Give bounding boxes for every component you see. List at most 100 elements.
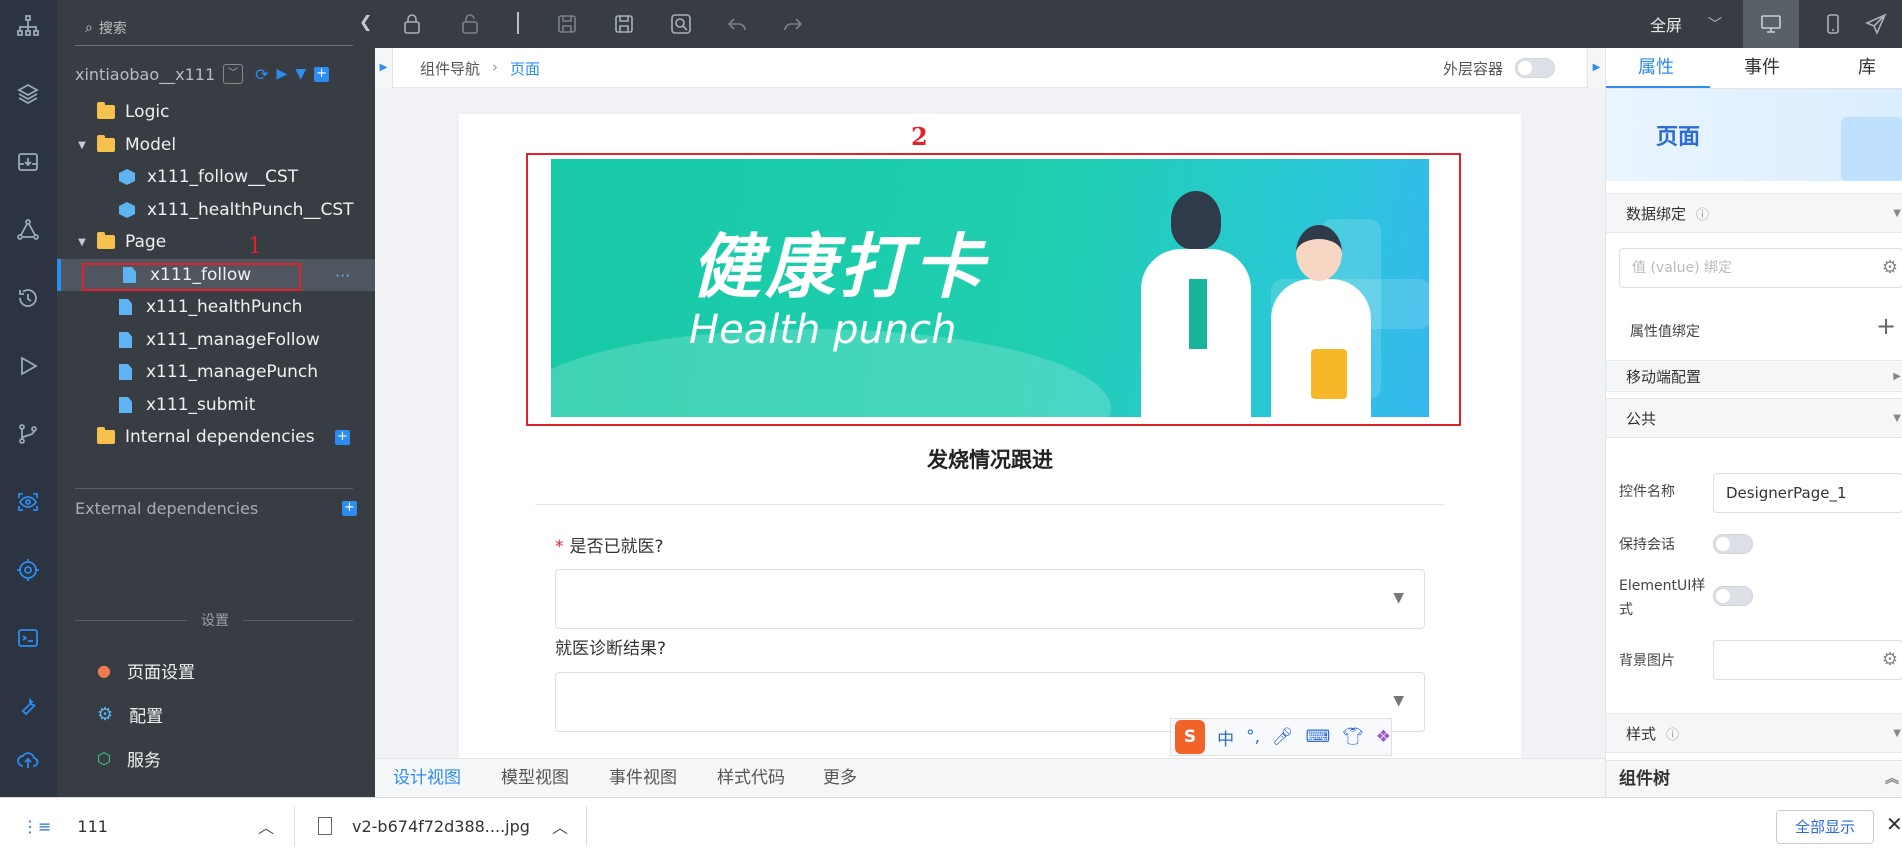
chevron-down-icon[interactable]: ﹀	[223, 64, 244, 84]
external-deps[interactable]: External dependencies +	[75, 496, 357, 520]
tree-item-model-healthpunch[interactable]: x111_healthPunch__CST	[57, 194, 375, 226]
sitemap-icon[interactable]	[14, 12, 42, 40]
breadcrumb-nav[interactable]: 组件导航	[420, 58, 480, 79]
redo-icon[interactable]	[781, 12, 805, 36]
tree-item-logic[interactable]: Logic	[57, 96, 375, 128]
fullscreen-select[interactable]: 全屏 ﹀	[1650, 12, 1722, 36]
project-selector[interactable]: xintiaobao__x111 ﹀ ⟳ ▶ ▼ +	[75, 64, 330, 84]
close-icon[interactable]: ✕	[1886, 812, 1902, 836]
bg-image-input[interactable]: ⚙	[1713, 640, 1902, 680]
chevron-up-icon[interactable]: ︿	[258, 814, 274, 838]
more-icon[interactable]: ···	[335, 266, 350, 285]
keyboard-icon[interactable]: ⌨	[1306, 727, 1331, 747]
show-all-button[interactable]: 全部显示	[1776, 810, 1874, 844]
section-style[interactable]: 样式 ⓘ ▼	[1606, 713, 1902, 753]
tree-item-page[interactable]: ▼ Page	[57, 226, 375, 258]
cloud-upload-icon[interactable]	[14, 746, 42, 774]
caret-down-icon[interactable]: ▼	[75, 237, 89, 248]
page-settings-item[interactable]: ● 页面设置	[97, 658, 195, 683]
expand-right-icon[interactable]: ▶	[1587, 48, 1605, 88]
bg-image-label: 背景图片	[1619, 653, 1675, 669]
save-icon[interactable]	[555, 12, 579, 36]
value-binding-input[interactable]: 值 (value) 绑定 ⚙	[1619, 248, 1902, 288]
caret-down-icon[interactable]: ▼	[75, 140, 89, 151]
tree-item-model[interactable]: ▼ Model	[57, 129, 375, 161]
section-mobile-config[interactable]: 移动端配置 ▶	[1606, 360, 1902, 392]
tab-model-view[interactable]: 模型视图	[501, 759, 569, 798]
add-icon[interactable]: +	[342, 500, 357, 516]
save-as-icon[interactable]	[612, 12, 636, 36]
outer-container-toggle[interactable]	[1515, 58, 1555, 78]
help-icon[interactable]: ⓘ	[1666, 724, 1679, 743]
double-chevron-up-icon[interactable]: ︽	[1885, 761, 1899, 797]
layers-icon[interactable]	[14, 80, 42, 108]
play-debug-icon[interactable]	[14, 352, 42, 380]
tab-event-view[interactable]: 事件视图	[609, 759, 677, 798]
tab-more[interactable]: 更多	[823, 759, 857, 798]
branch-icon[interactable]	[14, 420, 42, 448]
preview-eye-icon[interactable]	[14, 488, 42, 516]
tree-item-page-managefollow[interactable]: x111_manageFollow	[57, 324, 375, 356]
tree-item-model-follow[interactable]: x111_follow__CST	[57, 161, 375, 193]
help-icon[interactable]: ⓘ	[1696, 204, 1709, 223]
folder-icon	[97, 427, 115, 444]
keep-session-toggle[interactable]	[1713, 534, 1753, 554]
run-icon[interactable]: ▶	[277, 66, 288, 82]
service-item[interactable]: ⬡ 服务	[97, 746, 161, 771]
filter-icon[interactable]: ▼	[295, 66, 306, 82]
history-icon[interactable]	[14, 284, 42, 312]
config-item[interactable]: ⚙ 配置	[97, 702, 163, 727]
collapse-panel-button[interactable]: ❮	[359, 12, 375, 36]
punctuation-icon[interactable]: °,	[1246, 727, 1260, 747]
form-divider	[535, 504, 1445, 505]
breadcrumb-current[interactable]: 页面	[510, 58, 540, 79]
tab-attributes[interactable]: 属性	[1638, 48, 1674, 88]
search-preview-icon[interactable]	[669, 12, 693, 36]
element-ui-toggle[interactable]	[1713, 586, 1753, 606]
refresh-icon[interactable]: ⟳	[255, 65, 268, 84]
unlock-icon[interactable]	[458, 12, 482, 36]
undo-icon[interactable]	[725, 12, 749, 36]
terminal-icon[interactable]	[14, 624, 42, 652]
download-item-2[interactable]: v2-b674f72d388....jpg ︿	[318, 814, 588, 838]
gear-icon[interactable]: ⚙	[1882, 649, 1898, 670]
add-attr-binding-icon[interactable]: +	[1876, 312, 1896, 340]
q1-select[interactable]: ▼	[555, 569, 1425, 629]
microphone-icon[interactable]: 🎤︎	[1272, 727, 1294, 747]
keep-session-label: 保持会话	[1619, 537, 1675, 553]
download-item-1[interactable]: ⋮≡ 111 ︿	[22, 814, 292, 838]
section-public[interactable]: 公共 ▼	[1606, 398, 1902, 438]
ctrl-name-label: 控件名称	[1619, 484, 1675, 500]
wrench-icon[interactable]	[14, 692, 42, 720]
add-icon[interactable]: +	[314, 66, 330, 82]
tree-item-page-managepunch[interactable]: x111_managePunch	[57, 356, 375, 388]
tree-item-page-submit[interactable]: x111_submit	[57, 389, 375, 421]
archive-icon[interactable]	[14, 148, 42, 176]
tab-library[interactable]: 库	[1858, 48, 1876, 88]
ime-toolbar[interactable]: S 中 °, 🎤︎ ⌨ 👕︎ ❖	[1170, 718, 1392, 756]
view-tabs: 设计视图 模型视图 事件视图 样式代码 更多	[375, 758, 1605, 798]
tab-style-code[interactable]: 样式代码	[717, 759, 785, 798]
tab-design-view[interactable]: 设计视图	[393, 759, 461, 798]
add-icon[interactable]: +	[335, 429, 350, 445]
publish-send-icon[interactable]	[1864, 12, 1888, 36]
tree-item-internal-deps[interactable]: Internal dependencies +	[57, 421, 375, 453]
ctrl-name-input[interactable]: DesignerPage_1	[1713, 473, 1902, 513]
tab-events[interactable]: 事件	[1744, 48, 1780, 88]
tree-search-input[interactable]: ⌕ 搜索	[75, 10, 353, 46]
ime-chinese-mode[interactable]: 中	[1217, 725, 1234, 750]
target-icon[interactable]	[14, 556, 42, 584]
component-tree-header[interactable]: 组件树 ︽	[1606, 760, 1902, 797]
section-data-binding[interactable]: 数据绑定 ⓘ ▼	[1606, 193, 1902, 233]
gear-icon[interactable]: ⚙	[1882, 249, 1898, 287]
mobile-icon[interactable]	[1821, 12, 1845, 36]
chevron-up-icon[interactable]: ︿	[552, 814, 568, 838]
apps-icon[interactable]: ❖	[1376, 727, 1391, 747]
expand-left-icon[interactable]: ▶	[375, 48, 393, 88]
share-nodes-icon[interactable]	[14, 216, 42, 244]
skin-icon[interactable]: 👕︎	[1342, 727, 1364, 747]
lock-icon[interactable]	[400, 12, 424, 36]
tree-item-page-healthpunch[interactable]: x111_healthPunch	[57, 291, 375, 323]
top-toolbar: 全屏 ﹀	[375, 0, 1902, 48]
desktop-view-button[interactable]	[1743, 0, 1799, 48]
